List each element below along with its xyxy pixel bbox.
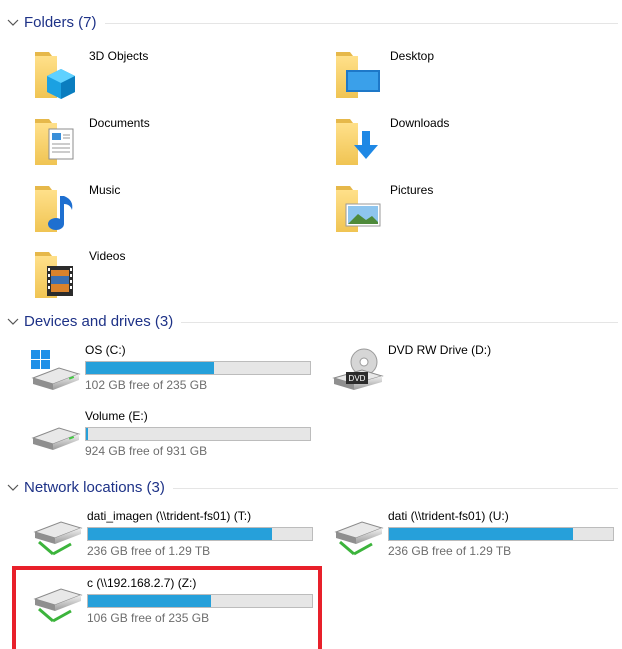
folder-desktop[interactable]: Desktop [334, 46, 622, 108]
folder-name: Pictures [390, 183, 434, 197]
group-header-devices[interactable]: Devices and drives (3) [6, 310, 618, 332]
highlight-box [12, 566, 322, 649]
network-drive-u[interactable]: dati (\\trident-fs01) (U:) 236 GB free o… [332, 506, 622, 568]
drive-usage-bar [85, 361, 311, 375]
hard-drive-icon [31, 427, 81, 450]
svg-text:DVD: DVD [349, 374, 366, 383]
group-title: Folders (7) [24, 13, 97, 31]
group-header-folders[interactable]: Folders (7) [6, 11, 618, 33]
drive-dvd-d[interactable]: DVD DVD RW Drive (D:) [332, 340, 622, 402]
folder-music[interactable]: Music [33, 180, 323, 242]
folder-pictures[interactable]: Pictures [334, 180, 622, 242]
group-header-network[interactable]: Network locations (3) [6, 476, 618, 498]
folder-name: Downloads [390, 116, 450, 130]
drive-usage-bar [85, 427, 311, 441]
chevron-down-icon [7, 318, 19, 325]
folder-name: Desktop [390, 49, 435, 63]
folder-name: Videos [89, 249, 126, 263]
folder-documents[interactable]: Documents [33, 113, 323, 175]
group-divider [181, 321, 618, 323]
drive-name: dati (\\trident-fs01) (U:) [388, 509, 509, 523]
chevron-down-icon [7, 484, 19, 491]
desktop-folder-icon [336, 52, 380, 98]
folder-name: 3D Objects [89, 49, 149, 63]
documents-folder-icon [35, 119, 74, 165]
drive-name: Volume (E:) [85, 409, 148, 423]
dvd-drive-icon: DVD [332, 348, 384, 390]
drive-free-space: 924 GB free of 931 GB [85, 444, 208, 458]
folder-videos[interactable]: Videos [33, 246, 323, 308]
pictures-folder-icon [336, 186, 381, 232]
drive-free-space: 236 GB free of 1.29 TB [87, 544, 211, 558]
3d-objects-folder-icon [35, 52, 75, 99]
folder-downloads[interactable]: Downloads [334, 113, 622, 175]
drive-volume-e[interactable]: Volume (E:) 924 GB free of 931 GB [29, 406, 319, 468]
videos-folder-icon [35, 252, 73, 298]
folder-3d-objects[interactable]: 3D Objects [33, 46, 323, 108]
windows-drive-icon [31, 350, 81, 390]
downloads-folder-icon [336, 119, 378, 165]
group-divider [104, 22, 618, 24]
drive-name: DVD RW Drive (D:) [388, 343, 492, 357]
drive-name: dati_imagen (\\trident-fs01) (T:) [87, 509, 252, 523]
drive-free-space: 236 GB free of 1.29 TB [388, 544, 512, 558]
group-title: Devices and drives (3) [24, 312, 174, 330]
drive-os-c[interactable]: OS (C:) 102 GB free of 235 GB [29, 340, 319, 402]
music-folder-icon [35, 186, 73, 232]
folder-name: Documents [89, 116, 150, 130]
chevron-down-icon [7, 19, 19, 26]
drive-usage-bar [87, 527, 313, 541]
group-title: Network locations (3) [24, 478, 165, 496]
drive-name: OS (C:) [85, 343, 126, 357]
drive-usage-bar [388, 527, 614, 541]
drive-free-space: 102 GB free of 235 GB [85, 378, 208, 392]
folder-name: Music [89, 183, 121, 197]
network-drive-t[interactable]: dati_imagen (\\trident-fs01) (T:) 236 GB… [31, 506, 321, 568]
network-drive-icon [334, 521, 384, 556]
network-drive-icon [33, 521, 83, 556]
group-divider [172, 487, 618, 489]
